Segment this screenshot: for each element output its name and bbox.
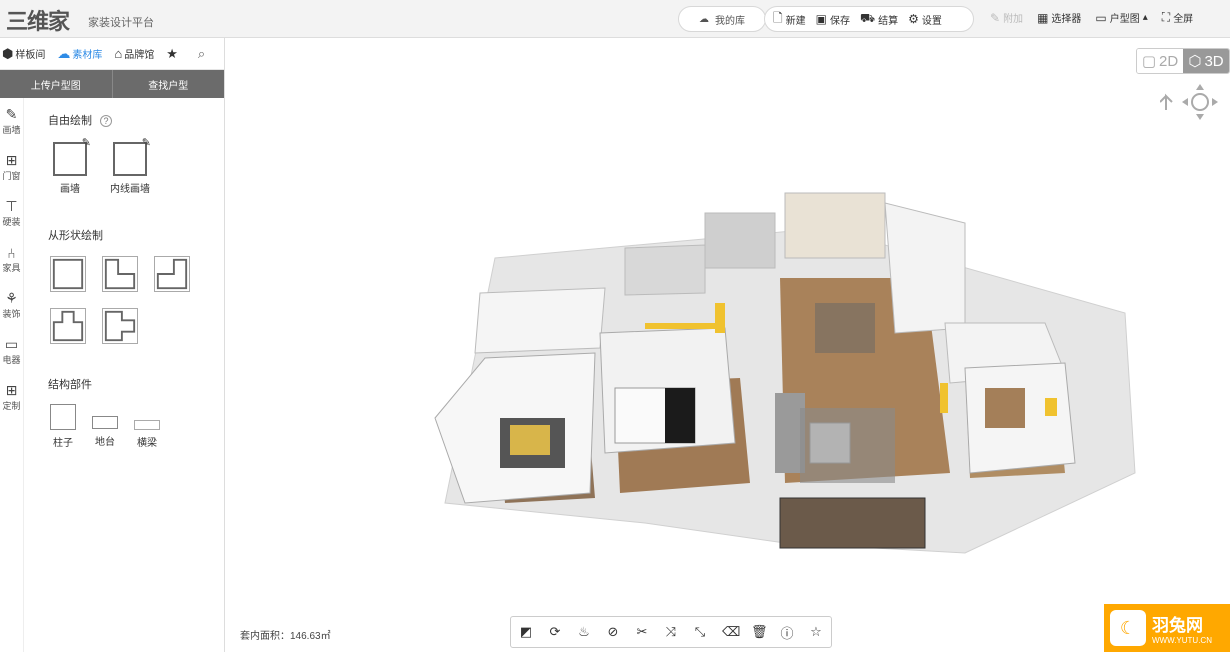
pencil-icon: ✎ xyxy=(81,137,91,149)
shape-reverse-l[interactable] xyxy=(154,256,190,292)
view-2d-button[interactable]: ▢ 2D xyxy=(1137,49,1183,73)
section-shape-draw: 从形状绘制 xyxy=(48,230,103,242)
category-decoration[interactable]: ⚘ 装饰 xyxy=(0,282,23,328)
cart-icon: ⛟ xyxy=(860,11,876,25)
upload-plan-button[interactable]: 上传户型图 xyxy=(0,70,113,98)
3d-viewport[interactable]: ▢ 2D ⬡ 3D 套内面积：146.63㎡ ◩ ⟳ ♨ ⊘ ✂ ⤨ ⤡ ⌫ 🗑… xyxy=(225,38,1230,652)
tab-brands[interactable]: ⌂ 品牌馆 xyxy=(114,46,154,61)
bottom-toolbar: ◩ ⟳ ♨ ⊘ ✂ ⤨ ⤡ ⌫ 🗑 ⓘ ☆ xyxy=(510,616,832,648)
draw-wall-tool[interactable]: ✎ 画墙 xyxy=(50,137,91,195)
pillar-tool[interactable]: 柱子 xyxy=(48,404,78,449)
navigation-control[interactable] xyxy=(1159,82,1220,122)
eraser-icon[interactable]: ⌫ xyxy=(722,624,740,640)
ruler-icon: ✎ xyxy=(990,10,1001,25)
star-icon[interactable]: ☆ xyxy=(809,624,823,640)
layer-icon[interactable]: ◩ xyxy=(519,624,533,640)
tab-materials[interactable]: ☁ 素材库 xyxy=(57,46,102,62)
category-hard-decor[interactable]: ⊤ 硬装 xyxy=(0,190,23,236)
shape-notch[interactable] xyxy=(102,308,138,344)
library-tabs: ⬢ 样板间 ☁ 素材库 ⌂ 品牌馆 ★ ⌕ xyxy=(0,38,224,70)
fullscreen-button[interactable]: ⛶ 全屏 xyxy=(1162,10,1193,25)
paint-bucket-icon[interactable]: ♨ xyxy=(577,624,591,640)
star-icon[interactable]: ★ xyxy=(166,46,178,62)
attach-button[interactable]: ✎ 附加 xyxy=(990,10,1023,26)
watermark: ☾ 羽兔网 WWW.YUTU.CN xyxy=(1104,604,1230,652)
file-actions: 🗋 新建 ▣ 保存 ⛟ 结算 ⚙ 设置 xyxy=(764,6,974,32)
floorplan-button[interactable]: ▭ 户型图 ▴ xyxy=(1095,10,1148,26)
trash-icon[interactable]: 🗑 xyxy=(751,624,768,640)
new-button[interactable]: 🗋 新建 xyxy=(773,9,806,30)
mirror-icon[interactable]: ⤨ xyxy=(664,624,678,640)
info-icon[interactable]: ⓘ xyxy=(780,623,794,642)
search-icon[interactable]: ⌕ xyxy=(198,46,205,62)
floorplan-3d-render[interactable] xyxy=(405,173,1165,593)
save-button[interactable]: ▣ 保存 xyxy=(816,12,850,27)
shape-t[interactable] xyxy=(50,308,86,344)
app-subtitle: 家装设计平台 xyxy=(88,17,154,29)
pencil-icon: ✎ xyxy=(5,106,18,122)
settings-button[interactable]: ⚙ 设置 xyxy=(908,12,942,27)
shape-square[interactable] xyxy=(50,256,86,292)
image-icon: ▭ xyxy=(1095,10,1107,25)
category-furniture[interactable]: ⑃ 家具 xyxy=(0,236,23,282)
cloud-icon: ☁ xyxy=(57,45,71,61)
caret-down-icon: ▴ xyxy=(1142,12,1148,23)
category-doors-windows[interactable]: ⊞ 门窗 xyxy=(0,144,23,190)
resize-icon[interactable]: ⤡ xyxy=(693,624,707,640)
beam-tool[interactable]: 横梁 xyxy=(132,420,162,449)
category-wall[interactable]: ✎ 画墙 xyxy=(0,98,23,144)
cube-icon: ⬢ xyxy=(2,45,14,61)
cube-icon: ⬡ xyxy=(1188,53,1202,70)
section-free-draw: 自由绘制? xyxy=(48,112,112,128)
tag-icon: ⌂ xyxy=(114,46,123,61)
rabbit-logo-icon: ☾ xyxy=(1110,610,1146,646)
plant-icon: ⚘ xyxy=(5,290,18,306)
app-logo: 三维家 xyxy=(6,9,70,34)
pencil-icon: ✎ xyxy=(141,137,151,149)
gear-icon: ⚙ xyxy=(908,12,919,26)
save-icon: ▣ xyxy=(815,12,827,26)
tv-icon: ▭ xyxy=(4,336,19,352)
plan-actions: 上传户型图 查找户型 xyxy=(0,70,224,98)
platform-tool[interactable]: 地台 xyxy=(90,416,120,448)
draw-inner-wall-tool[interactable]: ✎ 内线画墙 xyxy=(104,137,156,195)
hide-icon[interactable]: ⊘ xyxy=(606,624,620,640)
cut-icon[interactable]: ✂ xyxy=(635,624,649,640)
tab-sample-rooms[interactable]: ⬢ 样板间 xyxy=(2,46,45,62)
cloud-icon: ☁ xyxy=(699,13,709,25)
category-custom[interactable]: ⊞ 定制 xyxy=(0,374,23,420)
area-label: 套内面积：146.63㎡ xyxy=(240,631,331,642)
category-bar: ✎ 画墙 ⊞ 门窗 ⊤ 硬装 ⑃ 家具 ⚘ 装饰 ▭ 电器 ⊞ 定制 xyxy=(0,98,24,652)
grid-icon: ⊞ xyxy=(5,382,18,398)
view-3d-button[interactable]: ⬡ 3D xyxy=(1183,49,1229,73)
rotate-icon[interactable]: ⟳ xyxy=(548,624,562,640)
chair-icon: ⑃ xyxy=(7,244,16,261)
grid-icon: ▦ xyxy=(1037,10,1049,25)
find-plan-button[interactable]: 查找户型 xyxy=(113,70,225,98)
selector-button[interactable]: ▦ 选择器 xyxy=(1037,10,1081,26)
window-icon: ⊞ xyxy=(5,152,18,168)
checkout-button[interactable]: ⛟ 结算 xyxy=(860,11,898,27)
document-icon: 🗋 xyxy=(773,10,783,25)
section-structure: 结构部件 xyxy=(48,379,92,391)
my-library-button[interactable]: ☁ 我的库 xyxy=(678,6,766,32)
square-icon: ▢ xyxy=(1141,53,1156,70)
roller-icon: ⊤ xyxy=(5,198,18,214)
help-icon[interactable]: ? xyxy=(100,115,112,127)
top-toolbar: 三维家 家装设计平台 ☁ 我的库 🗋 新建 ▣ 保存 ⛟ 结算 ⚙ 设置 ✎ 附加 ▦ 选择… xyxy=(0,0,1230,38)
view-tools: ✎ 附加 ▦ 选择器 ▭ 户型图 ▴ ⛶ 全屏 xyxy=(990,10,1193,25)
shape-l[interactable] xyxy=(102,256,138,292)
fullscreen-icon: ⛶ xyxy=(1161,10,1171,24)
left-panel: ⬢ 样板间 ☁ 素材库 ⌂ 品牌馆 ★ ⌕ 上传户型图 查找户型 ✎ 画墙 ⊞ 门窗 ⊤ 硬… xyxy=(0,38,225,652)
category-appliance[interactable]: ▭ 电器 xyxy=(0,328,23,374)
view-mode-toggle: ▢ 2D ⬡ 3D xyxy=(1136,48,1230,74)
